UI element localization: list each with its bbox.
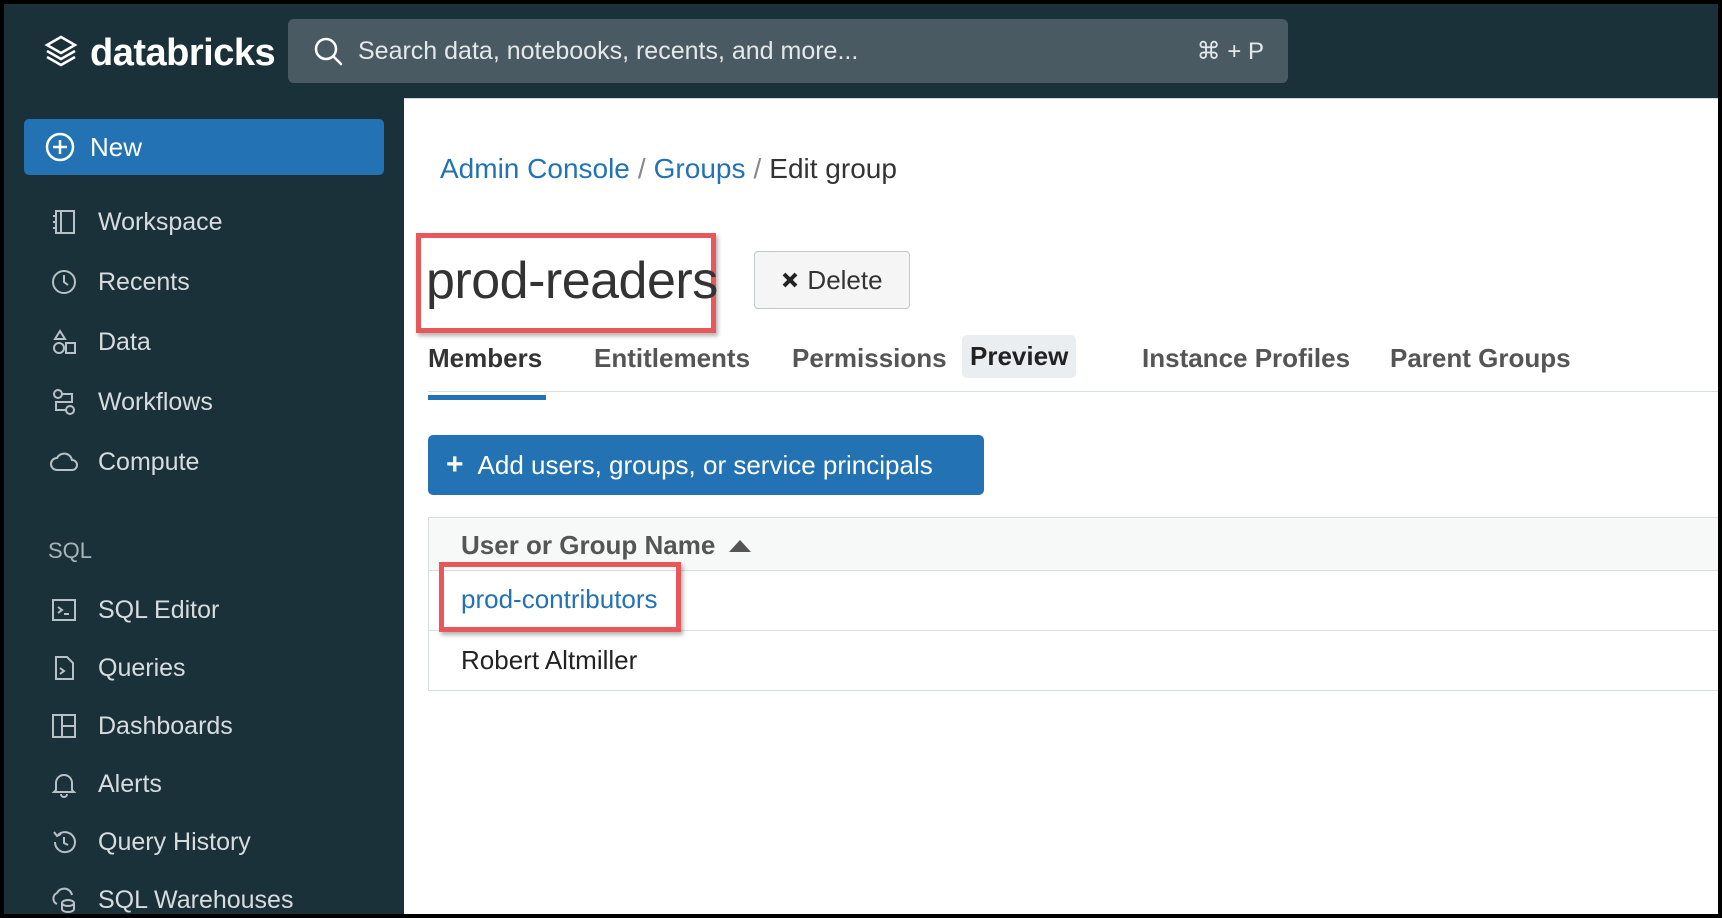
top-bar: databricks Search data, notebooks, recen… (4, 4, 1718, 98)
sidebar-item-label: Queries (98, 653, 186, 682)
breadcrumb-separator: / (637, 153, 646, 184)
sidebar-item-alerts[interactable]: Alerts (48, 764, 162, 804)
data-icon (48, 326, 80, 358)
sql-section-label: SQL (48, 538, 93, 563)
tab-label: Members (428, 343, 543, 373)
active-tab-indicator (428, 395, 546, 400)
sidebar: New Workspace Recents Data Workflows Com… (4, 98, 404, 914)
tab-label: Permissions (792, 343, 947, 373)
member-name: Robert Altmiller (461, 645, 638, 675)
sidebar-item-dashboards[interactable]: Dashboards (48, 706, 233, 746)
table-row: prod-contributors (429, 562, 1718, 632)
tab-label: Instance Profiles (1142, 343, 1351, 373)
clock-icon (48, 266, 80, 298)
sidebar-item-compute[interactable]: Compute (48, 442, 199, 482)
sidebar-item-label: Dashboards (98, 711, 233, 740)
logo-text: databricks (90, 32, 276, 74)
tab-entitlements[interactable]: Entitlements (594, 343, 750, 374)
bell-icon (48, 768, 80, 800)
sidebar-item-label: Alerts (98, 769, 162, 798)
sidebar-item-recents[interactable]: Recents (48, 262, 190, 302)
tab-instance-profiles[interactable]: Instance Profiles (1142, 343, 1350, 374)
tab-permissions[interactable]: Permissions (792, 343, 947, 374)
members-table: User or Group Name prod-contributors Rob… (428, 517, 1718, 691)
delete-button[interactable]: Delete (754, 251, 910, 309)
sidebar-item-sql-warehouses[interactable]: SQL Warehouses (48, 880, 293, 914)
plus-circle-icon (44, 131, 76, 163)
sidebar-item-label: Data (98, 327, 151, 356)
sidebar-item-label: SQL Editor (98, 595, 220, 624)
add-members-label: Add users, groups, or service principals (477, 449, 933, 480)
tab-label: Entitlements (594, 343, 751, 373)
sidebar-item-label: Compute (98, 447, 200, 476)
breadcrumb-admin-console[interactable]: Admin Console (440, 153, 630, 184)
delete-label: Delete (807, 264, 883, 295)
sidebar-item-label: SQL Warehouses (98, 885, 294, 914)
add-members-button[interactable]: + Add users, groups, or service principa… (428, 435, 984, 495)
cloud-icon (48, 446, 80, 478)
new-label: New (90, 131, 143, 162)
search-shortcut: ⌘ + P (1196, 38, 1264, 65)
breadcrumb: Admin Console / Groups / Edit group (440, 153, 897, 185)
tab-members[interactable]: Members (428, 343, 546, 400)
sidebar-item-label: Recents (98, 267, 190, 296)
new-button[interactable]: New (24, 119, 384, 175)
plus-icon: + (446, 448, 464, 481)
databricks-logo-icon (44, 34, 78, 73)
sidebar-item-data[interactable]: Data (48, 322, 151, 362)
main-content: Admin Console / Groups / Edit group prod-rea… (404, 98, 1718, 914)
sidebar-item-workspace[interactable]: Workspace (48, 202, 223, 242)
dashboard-icon (48, 710, 80, 742)
breadcrumb-current: Edit group (769, 153, 897, 184)
queries-icon (48, 652, 80, 684)
sql-editor-icon (48, 594, 80, 626)
sidebar-item-workflows[interactable]: Workflows (48, 382, 213, 422)
breadcrumb-separator: / (753, 153, 762, 184)
column-header-name[interactable]: User or Group Name (461, 530, 753, 561)
warehouse-icon (48, 884, 80, 914)
close-icon (781, 265, 799, 296)
tab-parent-groups[interactable]: Parent Groups (1390, 343, 1571, 374)
search-icon (312, 35, 344, 67)
member-link[interactable]: prod-contributors (461, 584, 658, 615)
sidebar-item-label: Workspace (98, 207, 223, 236)
history-icon (48, 826, 80, 858)
tab-bar: Members Entitlements Permissions Preview… (428, 335, 1718, 400)
search-bar[interactable]: Search data, notebooks, recents, and mor… (288, 19, 1288, 83)
sidebar-item-label: Query History (98, 827, 251, 856)
sidebar-item-sql-editor[interactable]: SQL Editor (48, 590, 219, 630)
preview-badge: Preview (962, 335, 1077, 378)
logo[interactable]: databricks (44, 32, 276, 75)
table-row: Robert Altmiller (429, 631, 1718, 691)
sidebar-item-queries[interactable]: Queries (48, 648, 186, 688)
sidebar-item-label: Workflows (98, 387, 213, 416)
workflows-icon (48, 386, 80, 418)
sidebar-item-query-history[interactable]: Query History (48, 822, 251, 862)
breadcrumb-groups[interactable]: Groups (654, 153, 746, 184)
app-window: databricks Search data, notebooks, recen… (4, 4, 1718, 914)
page-title: prod-readers (426, 252, 718, 310)
workspace-icon (48, 206, 80, 238)
search-placeholder: Search data, notebooks, recents, and mor… (358, 36, 859, 65)
column-header-label: User or Group Name (461, 530, 716, 560)
sort-ascending-icon (727, 530, 753, 561)
tab-label: Parent Groups (1390, 343, 1571, 373)
